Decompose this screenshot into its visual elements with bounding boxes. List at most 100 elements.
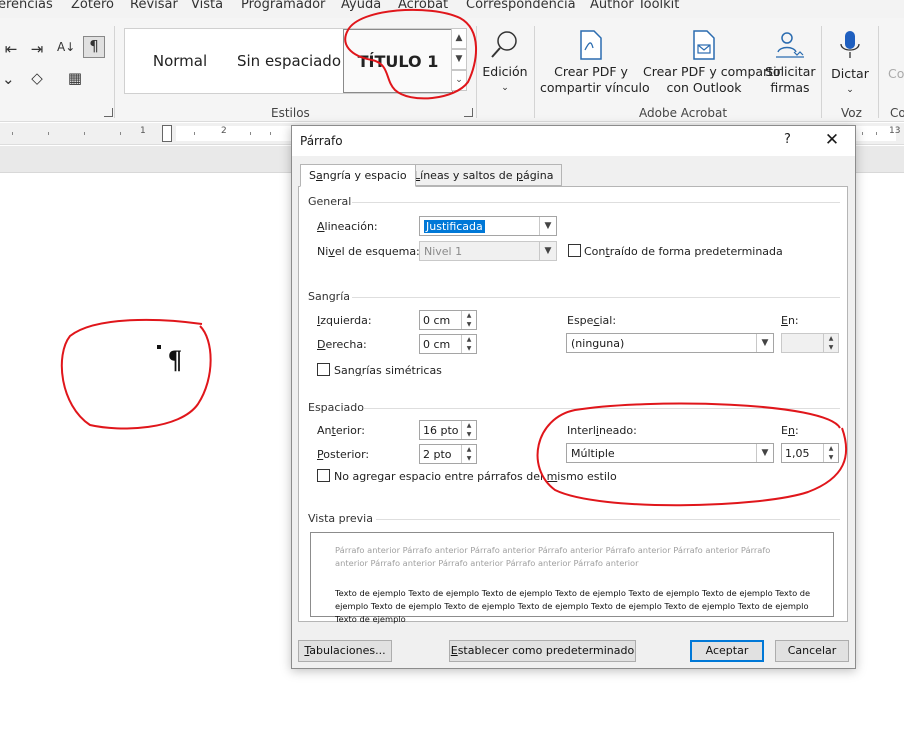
dialog-title: Párrafo [300,134,343,148]
sort-icon[interactable]: A↓ [57,38,75,56]
crear-pdf-compartir-button[interactable]: Crear PDF y compartir vínculo [540,30,650,96]
no-space-same-style-checkbox[interactable] [317,469,330,482]
indent-heading: Sangría [308,290,350,303]
dictar-button[interactable]: Dictar ⌄ [828,30,872,98]
cancel-button[interactable]: Cancelar [775,640,849,662]
indent-left-input[interactable]: 0 cm ▲ ▼ [419,310,477,330]
styles-gallery: Normal Sin espaciado TÍTULO 1 [124,28,453,94]
spinner-icon[interactable]: ▲ ▼ [461,445,476,463]
chevron-down-icon: ▼ [756,444,773,462]
tab-sangria-espacio[interactable]: Sangría y espacio [300,164,416,187]
tab-lineas-saltos[interactable]: Líneas y saltos de página [405,164,563,186]
style-sin-espaciado[interactable]: Sin espaciado [235,29,343,93]
tab-author-toolkit[interactable]: Author Toolkit [590,0,679,13]
crear-pdf-outlook-button[interactable]: Crear PDF y compartir con Outlook [643,30,782,96]
alignment-select[interactable]: Justificada ▼ [419,216,557,236]
solicitar-line1: Solicitar [765,64,816,79]
spinner-icon[interactable]: ▲ ▼ [461,335,476,353]
tab-correspondencia[interactable]: Correspondencia [466,0,576,13]
align-dropdown-icon[interactable]: ⌄ [2,70,15,88]
ok-button[interactable]: Aceptar [690,640,764,662]
crear-outlook-line2: con Outlook [666,80,742,95]
collapsed-checkbox[interactable] [568,244,581,257]
spacing-before-input[interactable]: 16 pto ▲ ▼ [419,420,477,440]
indent-marker-icon[interactable] [162,125,172,142]
tab-zotero[interactable]: Zotero [71,0,114,13]
set-default-button[interactable]: Establecer como predeterminado [449,640,636,662]
alignment-label: Alineación: [317,220,378,233]
indent-by-input[interactable]: ▲ ▼ [781,333,839,353]
group-separator [878,26,879,118]
divider [352,202,840,203]
gallery-down-icon[interactable]: ▼ [451,49,467,70]
tab-referencias[interactable]: erencias [0,0,53,13]
paragraph-dialog: Párrafo ? ✕ Sangría y espacio Líneas y s… [291,125,856,669]
style-normal[interactable]: Normal [125,29,235,93]
tab-programador[interactable]: Programador [241,0,325,13]
styles-gallery-scroll: ▲ ▼ ⌄ [451,28,467,94]
spinner-icon[interactable]: ▲ ▼ [461,421,476,439]
special-label: Especial: [567,314,617,327]
mirror-indents-checkbox[interactable] [317,363,330,376]
ruler-number: 1 [140,126,146,136]
spinner-icon[interactable]: ▲ ▼ [823,334,838,352]
help-button[interactable]: ? [784,132,791,147]
line-spacing-at-label: En: [781,424,799,437]
mirror-indents-label: Sangrías simétricas [334,364,442,377]
gallery-more-icon[interactable]: ⌄ [451,70,467,91]
tab-acrobat[interactable]: Acrobat [398,0,448,13]
chevron-down-icon: ⌄ [846,85,854,95]
indent-right-label: Derecha: [317,338,367,351]
chevron-down-icon: ▼ [539,242,556,260]
gallery-up-icon[interactable]: ▲ [451,28,467,49]
chevron-down-icon: ⌄ [501,83,509,93]
group-separator [821,26,822,118]
styles-launcher-icon[interactable] [464,108,473,117]
close-icon[interactable]: ✕ [820,129,844,151]
ribbon: ⇤ ⇥ A↓ ¶ ⌄ ◇ ▦ Normal Sin espaciado TÍTU… [0,18,904,122]
microphone-icon [840,31,860,58]
acrobat-group-label: Adobe Acrobat [639,106,728,120]
outline-level-select[interactable]: Nivel 1 ▼ [419,241,557,261]
tab-vista[interactable]: Vista [191,0,223,13]
chevron-down-icon: ▼ [539,217,556,235]
crear-pdf-line1: Crear PDF y [554,64,628,79]
co-button-cut[interactable]: Co [888,66,904,82]
style-titulo-1[interactable]: TÍTULO 1 [343,29,453,93]
special-select[interactable]: (ninguna) ▼ [566,333,774,353]
decrease-indent-icon[interactable]: ⇤ [2,40,20,58]
paragraph-mark: ¶ [168,345,183,374]
tab-ayuda[interactable]: Ayuda [341,0,381,13]
borders-icon[interactable]: ▦ [66,69,84,87]
increase-indent-icon[interactable]: ⇥ [28,40,46,58]
pdf-outlook-icon [693,30,715,60]
line-spacing-select[interactable]: Múltiple ▼ [566,443,774,463]
group-separator [476,26,477,118]
line-spacing-value: Múltiple [571,447,615,460]
shading-icon[interactable]: ◇ [28,69,46,87]
indent-left-label: Izquierda: [317,314,372,327]
spinner-icon[interactable]: ▲ ▼ [823,444,838,462]
no-space-same-style-label: No agregar espacio entre párrafos del mi… [334,470,617,483]
paragraph-launcher-icon[interactable] [104,108,113,117]
dialog-titlebar[interactable]: Párrafo ? ✕ [292,126,855,156]
special-value: (ninguna) [571,337,625,350]
line-spacing-at-input[interactable]: 1,05 ▲ ▼ [781,443,839,463]
tabs-button[interactable]: Tabulaciones... [298,640,392,662]
crear-outlook-line1: Crear PDF y compartir [643,64,782,79]
show-formatting-icon[interactable]: ¶ [83,36,105,58]
tab-revisar[interactable]: Revisar [130,0,178,13]
preview-box: Párrafo anterior Párrafo anterior Párraf… [310,532,834,624]
divider [364,408,840,409]
indent-right-input[interactable]: 0 cm ▲ ▼ [419,334,477,354]
outline-level-value: Nivel 1 [424,245,463,258]
editing-button[interactable]: Edición ⌄ [482,30,528,96]
dictar-label: Dictar [831,66,869,81]
solicitar-firmas-button[interactable]: Solicitar firmas [765,30,816,96]
solicitar-line2: firmas [770,80,810,95]
spacing-after-label: Posterior: [317,448,370,461]
spacing-after-input[interactable]: 2 pto ▲ ▼ [419,444,477,464]
preview-heading: Vista previa [308,512,373,525]
spacing-heading: Espaciado [308,401,364,414]
spinner-icon[interactable]: ▲ ▼ [461,311,476,329]
